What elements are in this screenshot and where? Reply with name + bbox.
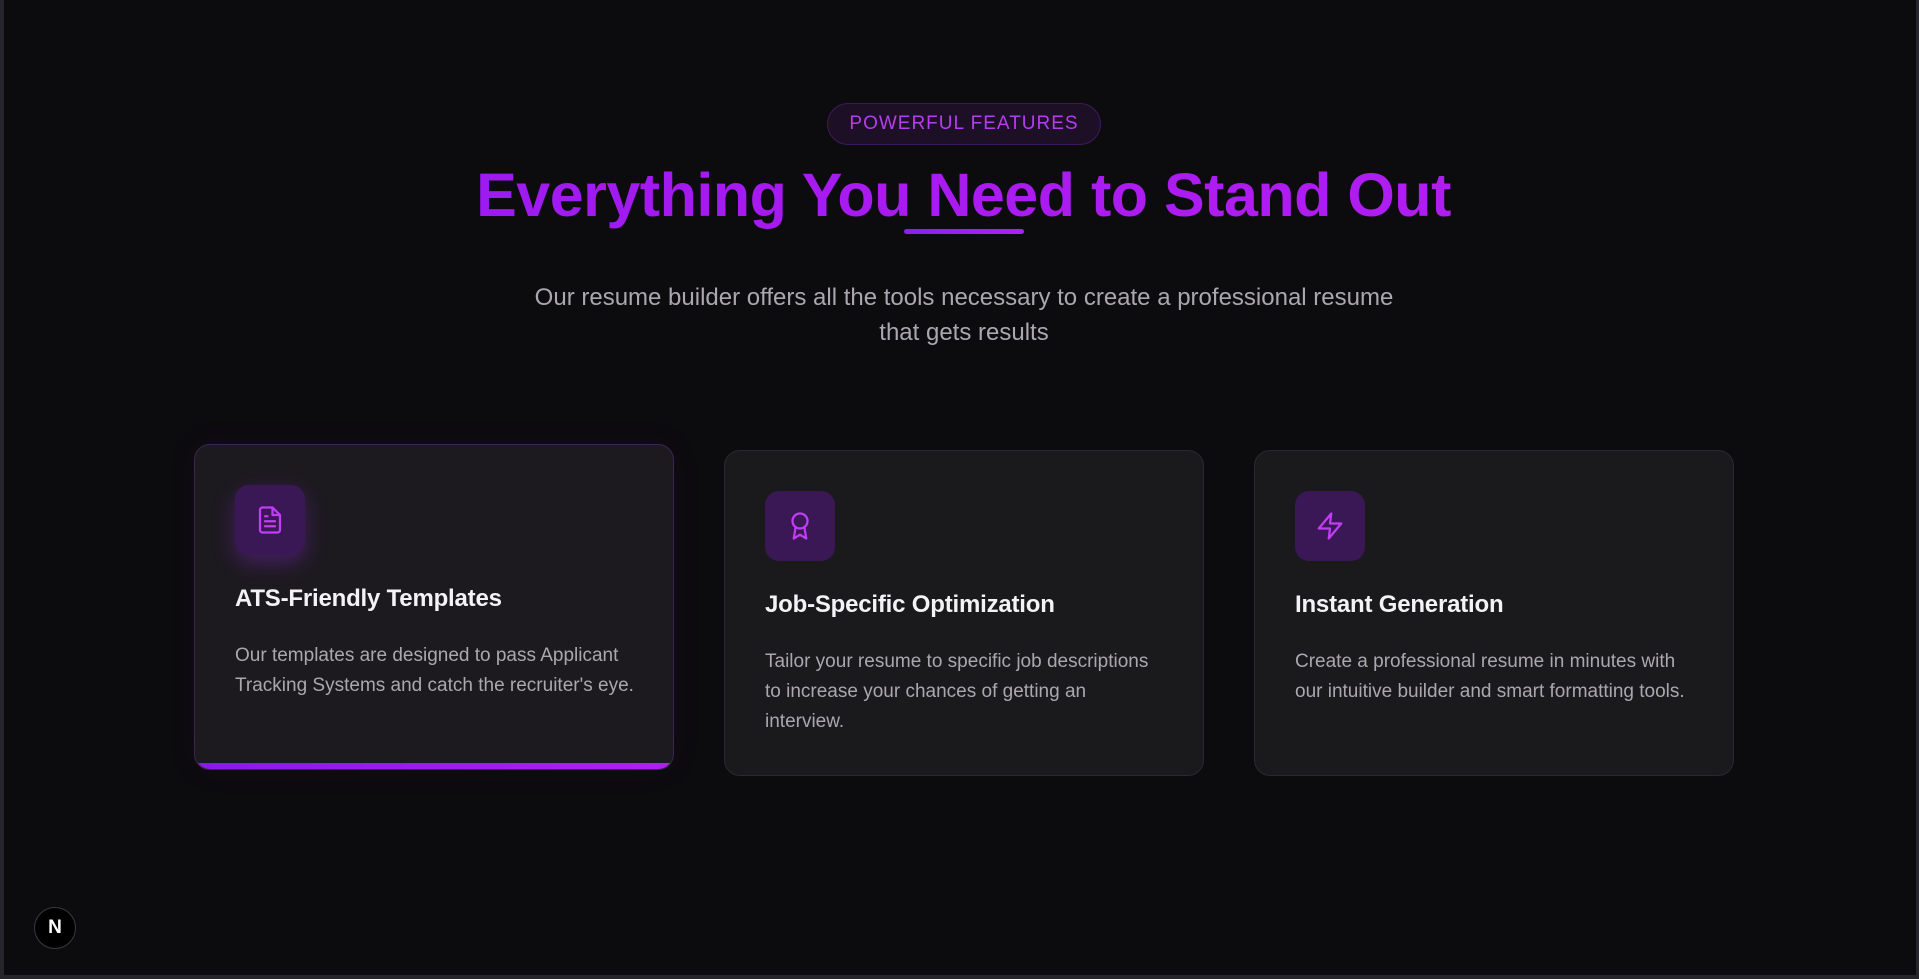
feature-title: Job-Specific Optimization (765, 591, 1055, 618)
feature-icon-box (235, 485, 305, 555)
page-frame: POWERFUL FEATURES Everything You Need to… (0, 0, 1919, 979)
feature-description: Our templates are designed to pass Appli… (235, 645, 634, 696)
feature-title: ATS-Friendly Templates (235, 585, 502, 612)
lightning-icon (1317, 512, 1343, 540)
feature-card-ats-friendly-templates[interactable]: ATS-Friendly Templates Our templates are… (194, 444, 674, 770)
section-headline: Everything You Need to Stand Out (4, 160, 1919, 230)
section-badge: POWERFUL FEATURES (827, 103, 1101, 145)
feature-icon-box (765, 491, 835, 561)
feature-title: Instant Generation (1295, 591, 1504, 618)
feature-description: Create a professional resume in minutes … (1295, 651, 1685, 702)
features-section: POWERFUL FEATURES Everything You Need to… (4, 0, 1916, 975)
nextjs-dev-tools-button[interactable]: N (34, 907, 76, 949)
award-icon (791, 512, 809, 540)
feature-icon-box (1295, 491, 1365, 561)
headline-underline (904, 229, 1024, 234)
feature-card-job-specific-optimization[interactable]: Job-Specific Optimization Tailor your re… (724, 450, 1204, 776)
active-card-accent-bar (195, 763, 673, 769)
section-subtitle: Our resume builder offers all the tools … (534, 284, 1394, 346)
feature-card-instant-generation[interactable]: Instant Generation Create a professional… (1254, 450, 1734, 776)
nextjs-logo-icon: N (48, 917, 62, 938)
feature-description: Tailor your resume to specific job descr… (765, 651, 1149, 732)
document-icon (258, 506, 282, 534)
